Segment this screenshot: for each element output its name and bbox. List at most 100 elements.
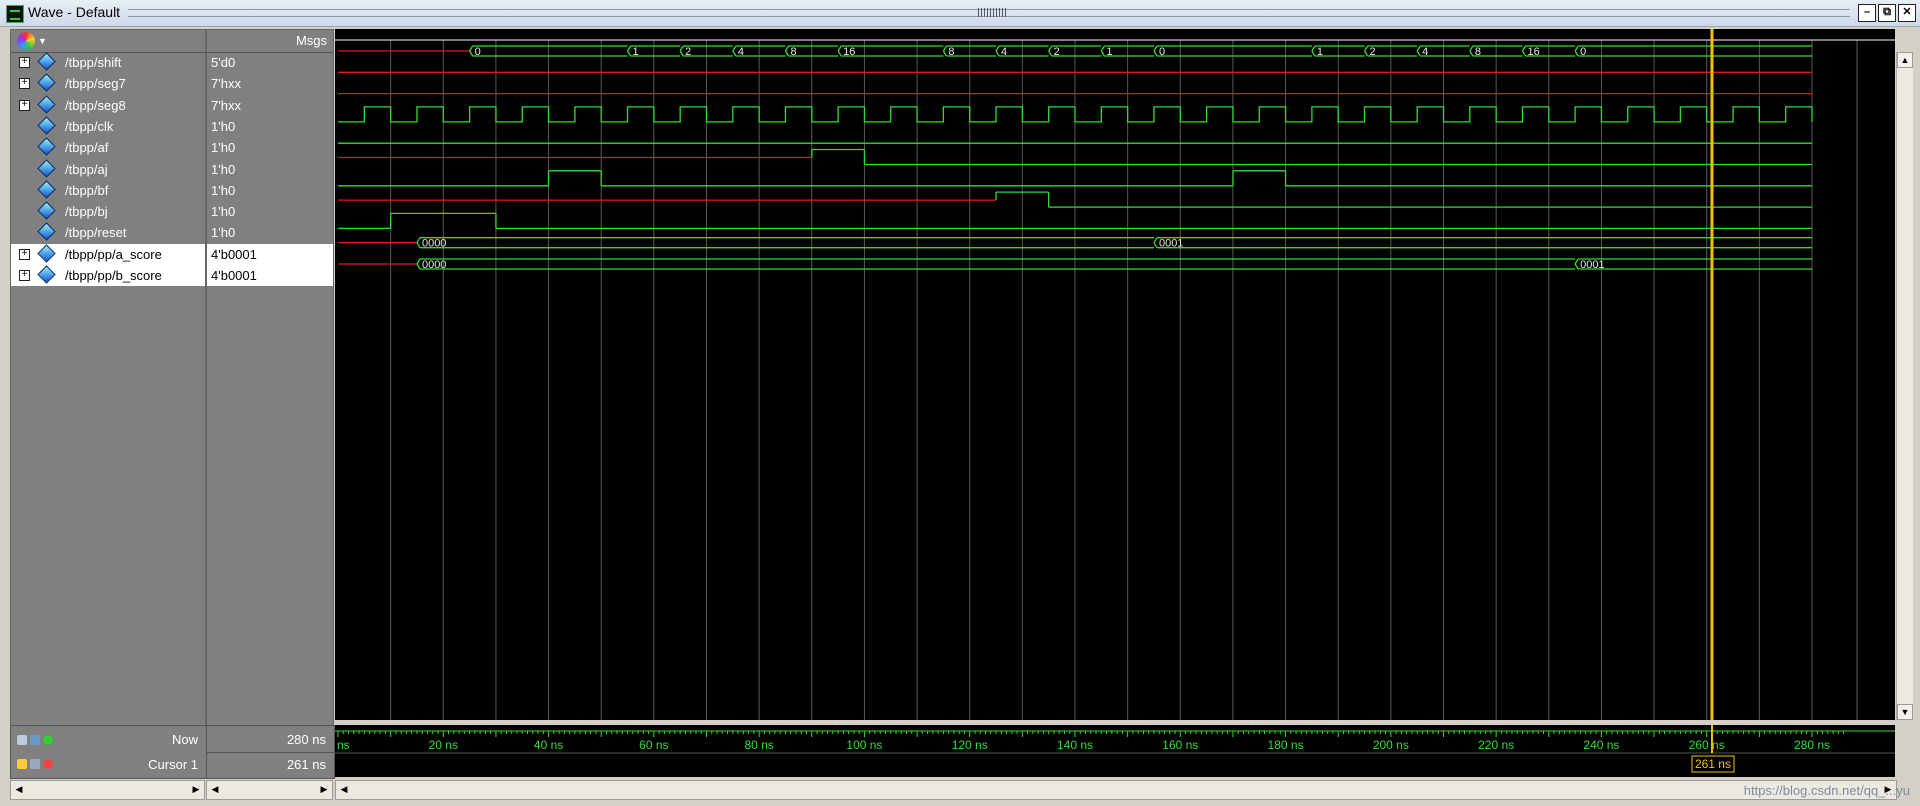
signal-row[interactable]: + /tbpp/pp/a_score <box>11 243 205 265</box>
signal-value: 7'hxx <box>211 97 241 113</box>
bus-value-label: 8 <box>1475 46 1481 58</box>
bus-value-label: 16 <box>843 46 855 58</box>
value-row[interactable]: 4'b0001 <box>207 265 333 286</box>
value-row[interactable]: 4'b0001 <box>207 243 333 265</box>
ruler-tick-label: 20 ns <box>429 738 458 752</box>
signal-row[interactable]: /tbpp/aj <box>11 158 205 180</box>
expand-icon[interactable]: + <box>19 270 30 281</box>
signal-name: /tbpp/af <box>65 140 109 156</box>
signal-row[interactable]: + /tbpp/seg8 <box>11 94 205 116</box>
scroll-right-icon[interactable]: ▶ <box>188 781 204 797</box>
drag-handle-icon[interactable] <box>978 8 1006 17</box>
bus-value-label: 0000 <box>422 238 446 250</box>
close-icon[interactable]: ✕ <box>1898 4 1916 22</box>
signal-name: /tbpp/pp/b_score <box>65 268 162 283</box>
waveform-canvas[interactable]: 0 1 2 4 8 16 8 4 2 1 0 1 2 4 8 16 0 0000 0001 0000 0001 <box>335 29 1895 720</box>
signal-icon <box>37 222 56 242</box>
dock-icon[interactable]: ⧉ <box>1878 4 1896 22</box>
value-row[interactable]: 1'h0 <box>207 201 333 222</box>
wave-window: Wave - Default – ⧉ ✕ ▼ + /tbpp/shift + /tbp… <box>0 0 1920 806</box>
add-cursor-icon[interactable] <box>43 735 53 745</box>
wave-hscroll[interactable]: ◀ ▶ <box>335 780 1897 800</box>
bus-transition <box>416 258 421 270</box>
value-row[interactable]: 1'h0 <box>207 159 333 180</box>
signal-names-pane: ▼ + /tbpp/shift + /tbpp/seg7 + /tbpp/seg8/tbp… <box>10 29 206 726</box>
ruler-tick-label: 240 ns <box>1583 738 1619 752</box>
expand-icon[interactable]: + <box>19 248 30 260</box>
expand-icon[interactable]: + <box>19 99 30 111</box>
ruler-tick-label: 260 ns <box>1689 738 1725 752</box>
signal-value: 1'h0 <box>211 204 236 220</box>
signal-row[interactable]: /tbpp/bj <box>11 201 205 222</box>
value-row[interactable]: 1'h0 <box>207 222 333 243</box>
waveform-svg[interactable]: 0 1 2 4 8 16 8 4 2 1 0 1 2 4 8 16 00000 00010000 0001 <box>335 29 1895 720</box>
bus-transition <box>732 45 737 57</box>
bus-transition <box>784 45 790 57</box>
signal-row[interactable]: + /tbpp/pp/b_score <box>11 265 205 286</box>
value-row[interactable]: 7'hxx <box>207 95 333 116</box>
ruler-tick-label: 40 ns <box>534 738 563 752</box>
signal-row[interactable]: + /tbpp/shift <box>11 52 205 73</box>
signal-value: 1'h0 <box>211 161 236 177</box>
scroll-up-icon[interactable]: ▲ <box>1897 52 1913 68</box>
bus-value-label: 1 <box>1106 46 1112 58</box>
names-hscroll[interactable]: ◀ ▶ <box>10 780 205 800</box>
scroll-left-icon[interactable]: ◀ <box>11 781 27 797</box>
chevron-down-icon[interactable]: ▼ <box>38 36 47 46</box>
names-header: ▼ <box>11 30 205 53</box>
bus-transition <box>837 45 842 57</box>
clk-wave <box>338 106 1813 123</box>
now-toolbar[interactable] <box>17 733 67 747</box>
signal-icon <box>37 52 56 71</box>
vertical-scrollbar[interactable]: ▲ ▼ <box>1896 52 1913 720</box>
bus-value-label: 0001 <box>1580 259 1604 271</box>
edit-cursor-icon[interactable] <box>30 759 40 769</box>
value-row[interactable]: 1'h0 <box>207 180 333 201</box>
remove-cursor-icon[interactable] <box>43 759 53 769</box>
watermark: https://blog.csdn.net/qq_...yu <box>1743 783 1910 798</box>
scroll-left-icon[interactable]: ◀ <box>336 781 352 797</box>
signal-name: /tbpp/seg8 <box>65 97 126 113</box>
value-row[interactable]: 1'h0 <box>207 137 333 158</box>
scroll-left-icon[interactable]: ◀ <box>207 781 223 797</box>
signal-row[interactable]: /tbpp/clk <box>11 116 205 137</box>
signal-icon <box>37 201 56 220</box>
ruler-left-fragment: ns <box>337 738 350 752</box>
signal-name: /tbpp/seg7 <box>65 76 126 92</box>
value-row[interactable]: 1'h0 <box>207 116 333 137</box>
expand-icon[interactable]: + <box>19 57 30 68</box>
bus-value-label: 4 <box>1422 46 1428 58</box>
signal-row[interactable]: + /tbpp/seg7 <box>11 73 205 94</box>
lock-icon[interactable] <box>17 759 27 769</box>
timeline-svg[interactable]: ns 20 ns 40 ns 60 ns 80 ns 100 ns 120 ns 140 ns… <box>335 725 1895 777</box>
signal-icon <box>37 94 56 114</box>
now-label: Now <box>171 732 198 747</box>
ruler-tick-label: 160 ns <box>1162 738 1198 752</box>
signal-value: 5'd0 <box>211 55 236 70</box>
signal-row[interactable]: /tbpp/reset <box>11 222 205 243</box>
value-row[interactable]: 7'hxx <box>207 73 333 94</box>
bus-value-label: 0001 <box>1159 238 1183 250</box>
msgs-label: Msgs <box>295 33 327 48</box>
values-hscroll[interactable]: ◀ ▶ <box>206 780 333 800</box>
cursor-toolbar[interactable] <box>17 757 67 771</box>
minimize-icon[interactable]: – <box>1858 4 1876 22</box>
signal-name: /tbpp/aj <box>65 161 108 177</box>
signal-value: 1'h0 <box>211 140 236 156</box>
bus-value-label: 4 <box>738 46 744 58</box>
ruler-tick-label: 120 ns <box>952 738 988 752</box>
wave-header <box>335 29 1895 40</box>
value-row[interactable]: 5'd0 <box>207 52 333 73</box>
bus-value-label: 8 <box>790 46 796 58</box>
scroll-down-icon[interactable]: ▼ <box>1897 704 1913 720</box>
zoom-icon[interactable] <box>17 735 27 745</box>
signal-row[interactable]: /tbpp/bf <box>11 180 205 201</box>
signal-value: 1'h0 <box>211 225 236 241</box>
expand-icon[interactable]: + <box>19 78 30 90</box>
snapshot-icon[interactable] <box>30 735 40 745</box>
timeline-ruler[interactable]: ns 20 ns 40 ns 60 ns 80 ns 100 ns 120 ns 140 ns… <box>335 725 1895 777</box>
scroll-right-icon[interactable]: ▶ <box>316 781 332 797</box>
wave-app-icon <box>6 5 24 23</box>
wave-palette-icon[interactable] <box>17 32 35 50</box>
signal-row[interactable]: /tbpp/af <box>11 137 205 158</box>
